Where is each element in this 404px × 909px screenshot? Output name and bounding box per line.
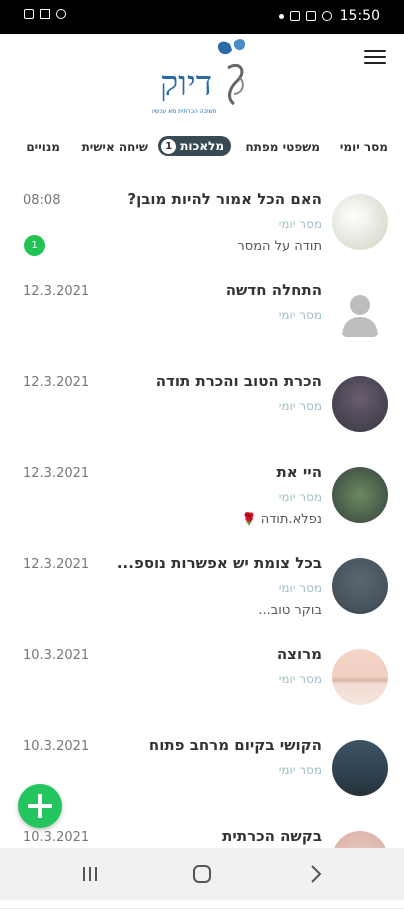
message-date: 12.3.2021 — [23, 375, 90, 390]
avatar — [332, 558, 388, 614]
tab-tasks[interactable]: 1 מלאכות — [158, 136, 231, 156]
message-item[interactable]: הכרת הטוב והכרת תודה מסר יומי 12.3.2021 — [0, 362, 404, 454]
signal-icon — [40, 9, 50, 19]
message-subtitle: מסר יומי — [278, 581, 322, 595]
avatar — [332, 194, 388, 250]
message-item[interactable]: מרוצה מסר יומי 10.3.2021 — [0, 635, 404, 727]
tab-daily-message[interactable]: מסר יומי — [340, 140, 388, 154]
message-date: 12.3.2021 — [23, 284, 90, 299]
status-right: 15:50 — [278, 8, 380, 24]
message-date: 12.3.2021 — [23, 466, 90, 481]
message-snippet: בוקר טוב... — [258, 603, 322, 618]
avatar — [332, 649, 388, 705]
message-subtitle: מסר יומי — [278, 399, 322, 413]
message-title: מרוצה — [276, 645, 322, 663]
instagram-icon — [305, 11, 316, 21]
instagram-icon — [289, 11, 300, 21]
message-title: בכל צומת יש אפשרות נוספ... — [116, 554, 322, 572]
message-date: 10.3.2021 — [23, 648, 90, 663]
tab-label: מלאכות — [180, 139, 224, 153]
message-title: התחלה חדשה — [225, 281, 322, 299]
snippet-text: נפלא.תודה — [260, 512, 322, 527]
status-bar: 15:50 — [0, 0, 404, 34]
logo-tagline: חשיבה הכרתית מא עכשיו — [152, 108, 217, 115]
avatar-placeholder-icon — [332, 285, 388, 341]
tab-bar: מסר יומי משפטי מפתח 1 מלאכות שיחה אישית … — [0, 136, 404, 166]
message-date: 10.3.2021 — [23, 830, 90, 845]
status-time: 15:50 — [339, 8, 380, 24]
tab-personal-chat[interactable]: שיחה אישית — [82, 140, 148, 154]
wifi-icon — [56, 9, 66, 19]
avatar — [332, 376, 388, 432]
add-plus-icon[interactable] — [18, 784, 62, 828]
status-left — [24, 9, 66, 19]
tab-key-sentences[interactable]: משפטי מפתח — [245, 140, 320, 154]
message-title: היי את — [276, 463, 322, 481]
message-subtitle: מסר יומי — [278, 672, 322, 686]
tab-badge: 1 — [161, 139, 177, 154]
message-snippet: תודה על המסר — [237, 239, 322, 254]
message-date: 10.3.2021 — [23, 739, 90, 754]
message-date: 12.3.2021 — [23, 557, 90, 572]
avatar — [332, 467, 388, 523]
tab-subscribers[interactable]: מנויים — [26, 140, 60, 154]
message-snippet: נפלא.תודה 🌹 — [242, 512, 322, 527]
message-title: בקשה הכרתית — [222, 827, 322, 845]
notification-dot-icon — [278, 13, 284, 19]
message-subtitle: מסר יומי — [278, 763, 322, 777]
hamburger-menu-icon[interactable] — [364, 46, 386, 64]
back-icon[interactable] — [306, 864, 326, 888]
whatsapp-icon — [321, 11, 332, 21]
app-logo: דיוק חשיבה הכרתית מא עכשיו — [150, 38, 250, 120]
message-item[interactable]: היי את מסר יומי נפלא.תודה 🌹 12.3.2021 — [0, 453, 404, 545]
message-title: הקושי בקיום מרחב פתוח — [148, 736, 322, 754]
rose-icon: 🌹 — [241, 512, 257, 526]
message-date: 08:08 — [23, 193, 61, 208]
recent-apps-icon[interactable] — [80, 864, 100, 888]
system-nav-bar — [0, 848, 404, 900]
message-subtitle: מסר יומי — [278, 308, 322, 322]
message-subtitle: מסר יומי — [278, 490, 322, 504]
message-title: האם הכל אמור להיות מובן? — [127, 190, 322, 208]
message-item[interactable]: התחלה חדשה מסר יומי 12.3.2021 — [0, 271, 404, 363]
app-header: דיוק חשיבה הכרתית מא עכשיו — [0, 34, 404, 124]
sim-icon — [24, 9, 34, 19]
avatar — [332, 740, 388, 796]
message-title: הכרת הטוב והכרת תודה — [155, 372, 322, 390]
logo-text: דיוק — [160, 64, 213, 104]
message-item[interactable]: בכל צומת יש אפשרות נוספ... מסר יומי בוקר… — [0, 544, 404, 636]
message-subtitle: מסר יומי — [278, 217, 322, 231]
unread-badge: 1 — [24, 235, 45, 256]
message-item[interactable]: האם הכל אמור להיות מובן? מסר יומי תודה ע… — [0, 180, 404, 272]
home-icon[interactable] — [192, 864, 212, 888]
